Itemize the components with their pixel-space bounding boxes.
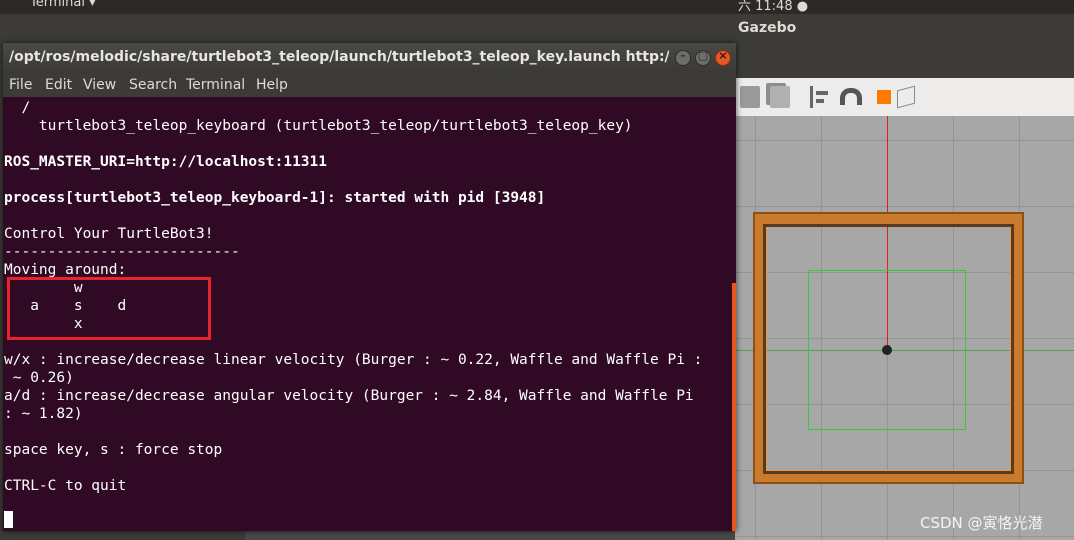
top-panel: Terminal ▾ 六 11:48 ●	[0, 0, 1074, 14]
menu-file[interactable]: File	[9, 77, 32, 93]
output-line: turtlebot3_teleop_keyboard (turtlebot3_t…	[4, 118, 633, 134]
maximize-icon: □	[697, 49, 709, 62]
terminal-window[interactable]: /opt/ros/melodic/share/turtlebot3_teleop…	[3, 43, 736, 531]
gazebo-viewport[interactable]	[735, 116, 1074, 540]
menu-view[interactable]: View	[83, 77, 116, 93]
color-swatch-icon[interactable]	[877, 90, 891, 104]
terminal-titlebar[interactable]: /opt/ros/melodic/share/turtlebot3_teleop…	[3, 43, 736, 73]
app-menu[interactable]: Terminal ▾	[30, 0, 96, 10]
view-angle-icon[interactable]	[897, 85, 915, 109]
output-line: CTRL-C to quit	[4, 478, 127, 494]
menu-edit[interactable]: Edit	[45, 77, 72, 93]
minimize-button[interactable]: –	[675, 49, 691, 66]
output-line: a/d : increase/decrease angular velocity…	[4, 388, 694, 404]
output-line: ROS_MASTER_URI=http://localhost:11311	[4, 154, 328, 170]
output-line: ---------------------------	[4, 244, 240, 260]
gazebo-toolbar	[735, 78, 1074, 117]
terminal-output[interactable]: / turtlebot3_teleop_keyboard (turtlebot3…	[3, 97, 736, 531]
menu-search[interactable]: Search	[129, 77, 177, 93]
highlight-box	[7, 277, 211, 340]
snap-magnet-icon[interactable]	[840, 88, 862, 105]
menu-terminal[interactable]: Terminal	[186, 77, 245, 93]
paste-icon[interactable]	[770, 86, 790, 108]
output-line: /	[4, 100, 31, 116]
maximize-button[interactable]: □	[695, 49, 711, 66]
output-line: space key, s : force stop	[4, 442, 223, 458]
close-icon: ×	[718, 49, 728, 62]
watermark: CSDN @寅恪光潜	[920, 514, 1043, 532]
scrollbar[interactable]	[732, 283, 736, 531]
terminal-menubar: File Edit View Search Terminal Help	[3, 73, 736, 97]
turtlebot-robot[interactable]	[882, 345, 892, 355]
desktop-strip	[0, 530, 245, 540]
output-line: ~ 0.26)	[4, 370, 74, 386]
output-line: : ~ 1.82)	[4, 406, 83, 422]
align-icon[interactable]	[810, 86, 833, 108]
output-line: process[turtlebot3_teleop_keyboard-1]: s…	[4, 190, 546, 206]
terminal-title: /opt/ros/melodic/share/turtlebot3_teleop…	[9, 49, 669, 65]
text-cursor	[4, 511, 13, 528]
close-button[interactable]: ×	[715, 49, 731, 66]
menu-help[interactable]: Help	[256, 77, 288, 93]
clock[interactable]: 六 11:48 ●	[738, 0, 808, 14]
gazebo-title: Gazebo	[738, 20, 797, 36]
output-line: Control Your TurtleBot3!	[4, 226, 214, 242]
minimize-icon: –	[680, 49, 686, 62]
copy-icon[interactable]	[740, 86, 760, 108]
output-line: w/x : increase/decrease linear velocity …	[4, 352, 703, 368]
